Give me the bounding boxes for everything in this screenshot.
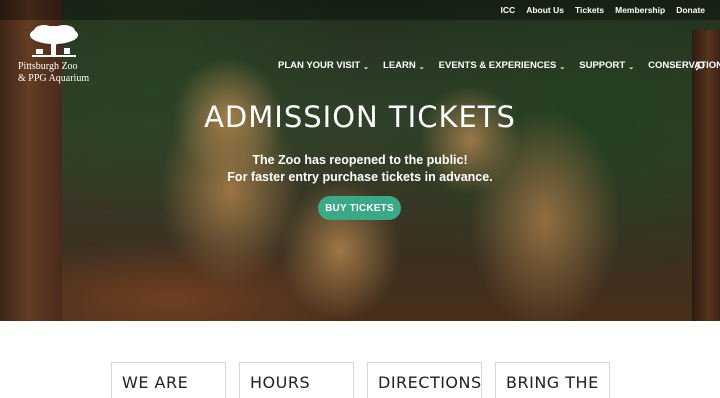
card-bring-the[interactable]: BRING THE	[495, 362, 610, 398]
chevron-down-icon: ⌄	[628, 63, 635, 71]
chevron-down-icon: ⌄	[363, 63, 370, 71]
card-title: DIRECTIONS	[378, 373, 482, 392]
logo-text-line1: Pittsburgh Zoo	[18, 61, 78, 72]
utility-bar: ICC About Us Tickets Membership Donate	[0, 0, 720, 20]
page: ICC About Us Tickets Membership Donate P…	[0, 0, 720, 398]
logo-text-line2: & PPG Aquarium	[18, 73, 90, 84]
card-we-are[interactable]: WE ARE	[111, 362, 226, 398]
card-title: BRING THE	[506, 373, 599, 392]
page-title: ADMISSION TICKETS	[204, 100, 516, 134]
nav-label: SUPPORT	[579, 60, 626, 71]
nav-label: EVENTS & EXPERIENCES	[438, 60, 557, 71]
site-logo[interactable]: Pittsburgh Zoo & PPG Aquarium	[16, 22, 98, 88]
topbar-link-tickets[interactable]: Tickets	[575, 5, 604, 15]
nav-label: LEARN	[383, 60, 416, 71]
nav-label: CONSERVATION	[648, 60, 720, 71]
card-hours[interactable]: HOURS	[239, 362, 354, 398]
buy-tickets-button[interactable]: BUY TICKETS	[318, 196, 401, 220]
search-icon[interactable]	[695, 61, 705, 71]
card-directions[interactable]: DIRECTIONS	[367, 362, 482, 398]
nav-item-plan-your-visit[interactable]: PLAN YOUR VISIT ⌄	[278, 60, 369, 71]
nav-item-events-experiences[interactable]: EVENTS & EXPERIENCES ⌄	[439, 60, 566, 71]
hero-message-line1: The Zoo has reopened to the public!	[252, 153, 468, 167]
nav-item-support[interactable]: SUPPORT ⌄	[579, 60, 634, 71]
chevron-down-icon: ⌄	[418, 63, 425, 71]
hero-message-line2: For faster entry purchase tickets in adv…	[227, 170, 493, 184]
info-cards-section: WE ARE HOURS DIRECTIONS BRING THE	[0, 321, 720, 398]
chevron-down-icon: ⌄	[559, 63, 566, 71]
topbar-link-membership[interactable]: Membership	[615, 5, 665, 15]
nav-item-learn[interactable]: LEARN ⌄	[383, 60, 425, 71]
topbar-link-about-us[interactable]: About Us	[526, 5, 564, 15]
main-navigation: PLAN YOUR VISIT ⌄ LEARN ⌄ EVENTS & EXPER…	[278, 60, 720, 71]
nav-item-conservation[interactable]: CONSERVATION	[648, 60, 720, 71]
card-title: WE ARE	[122, 373, 189, 392]
topbar-link-icc[interactable]: ICC	[501, 5, 516, 15]
nav-label: PLAN YOUR VISIT	[278, 60, 361, 71]
card-title: HOURS	[250, 373, 311, 392]
tree-logo-icon	[30, 25, 78, 57]
topbar-link-donate[interactable]: Donate	[676, 5, 705, 15]
